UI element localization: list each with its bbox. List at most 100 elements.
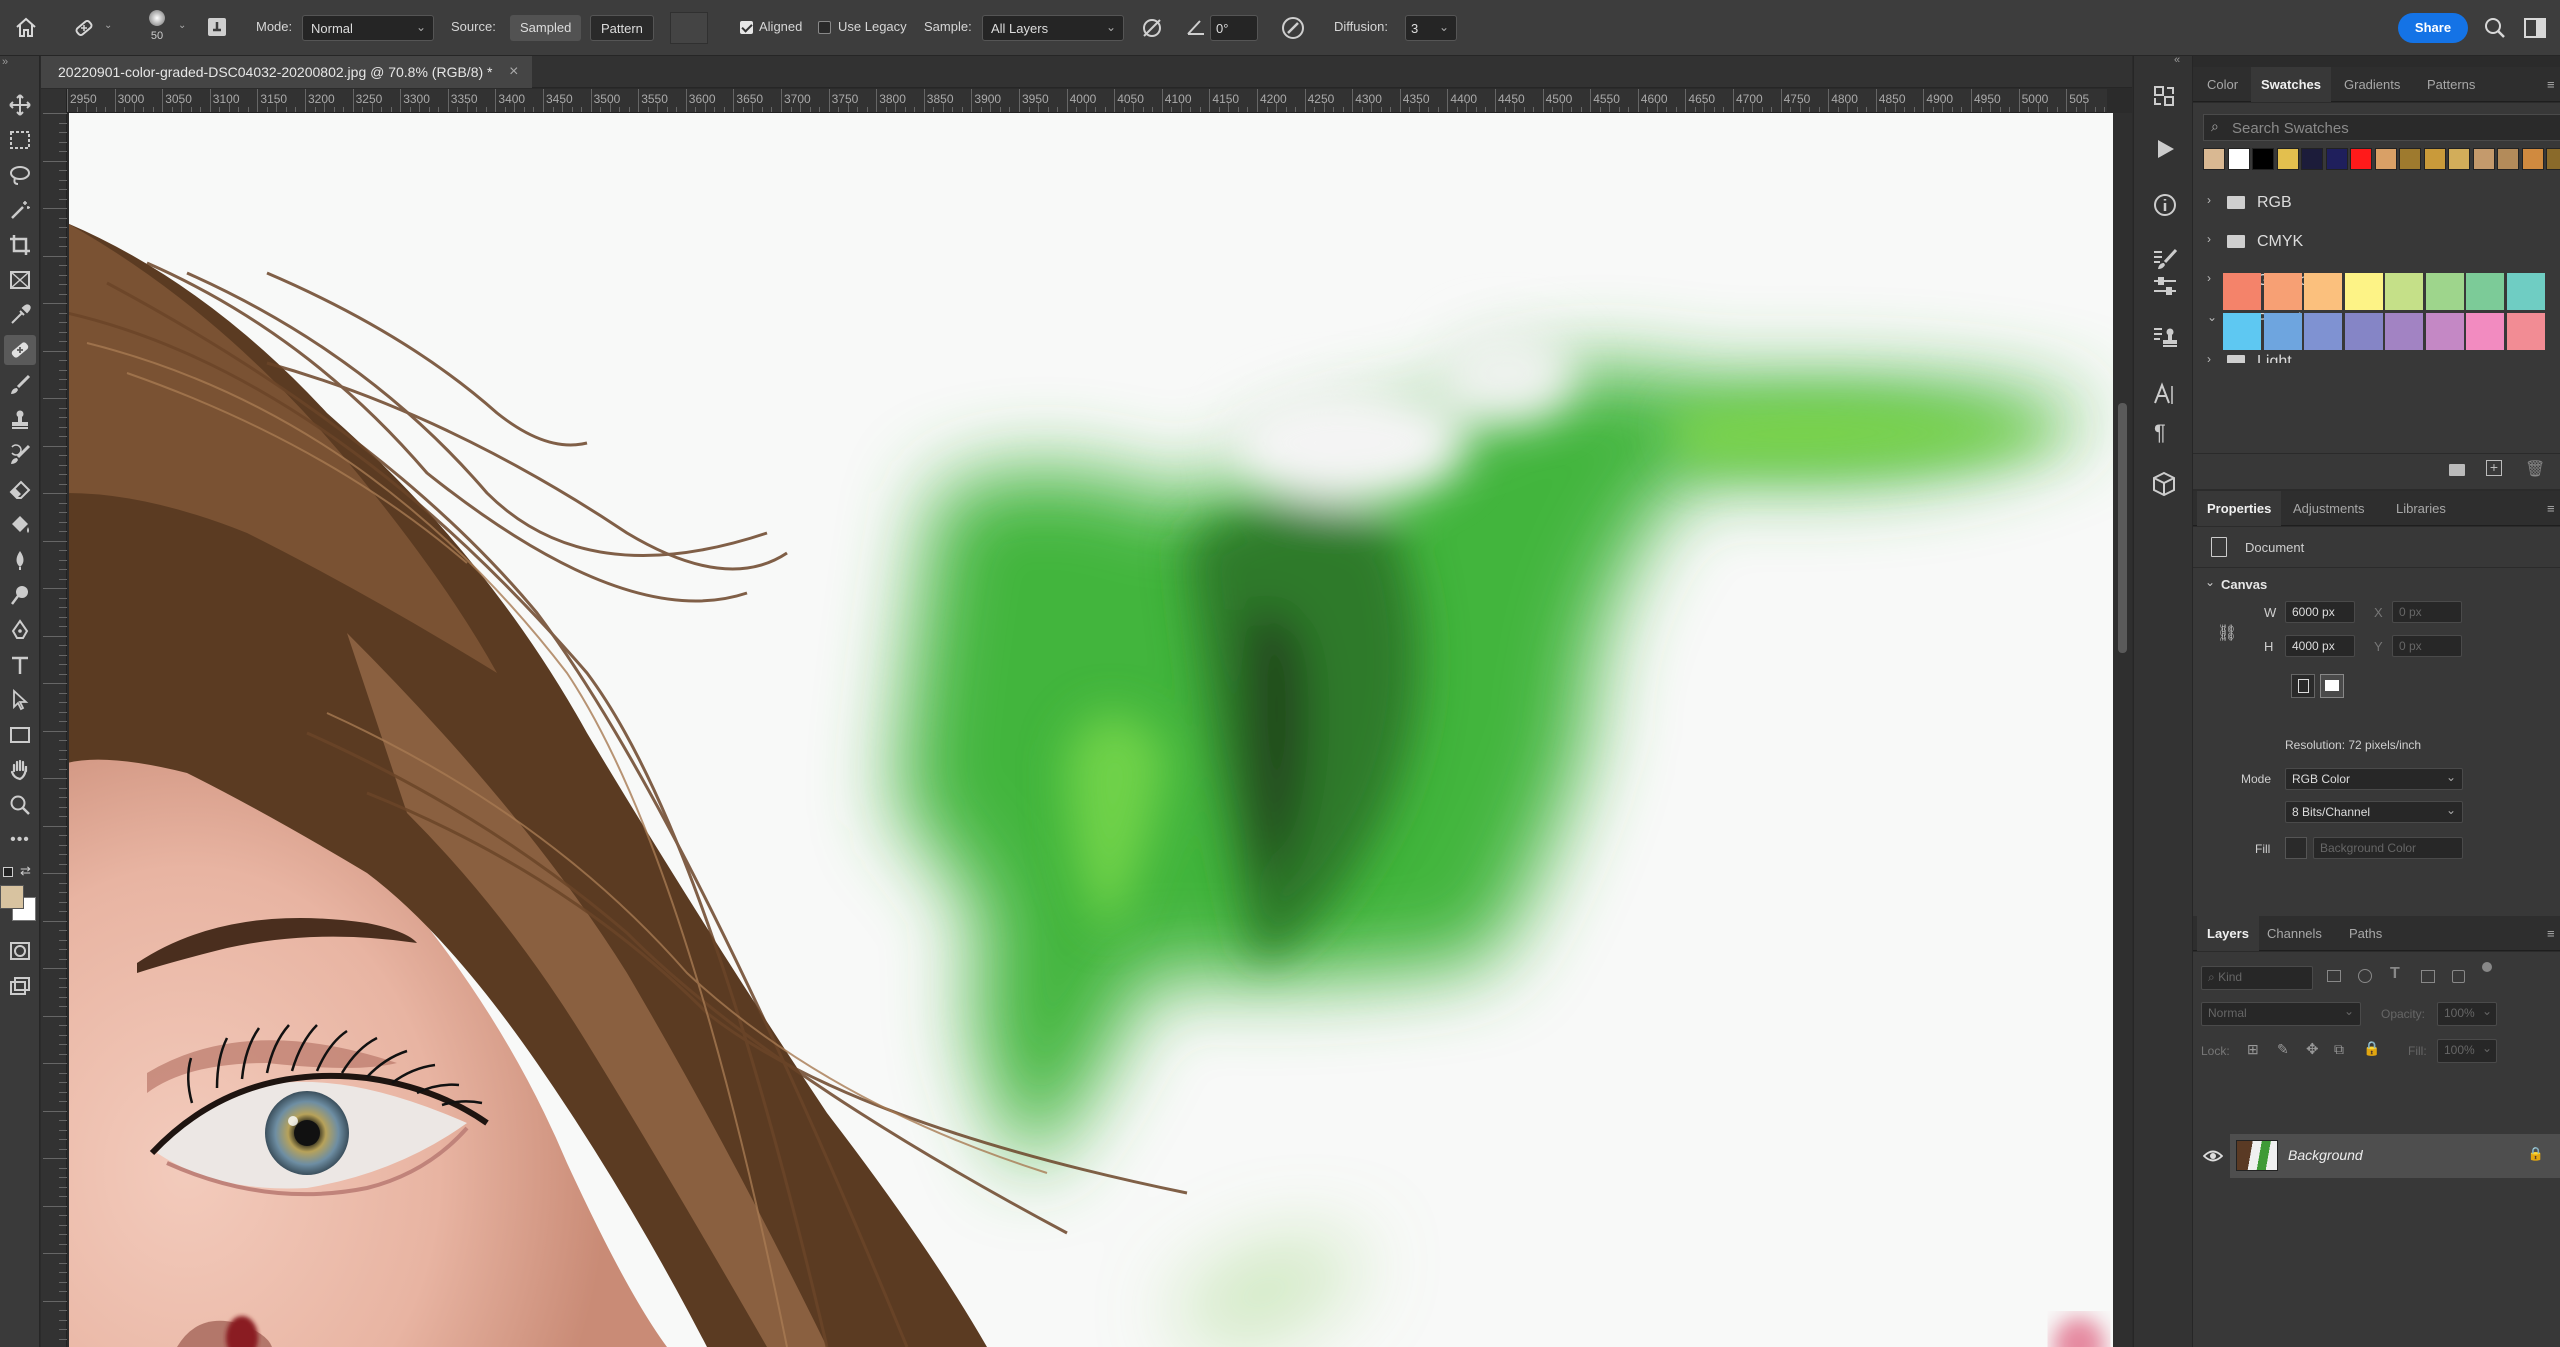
color-swatch[interactable] bbox=[2203, 148, 2225, 170]
type-filter-icon[interactable]: T bbox=[2390, 965, 2400, 983]
tab-adjustments[interactable]: Adjustments bbox=[2293, 491, 2365, 526]
lasso-icon[interactable] bbox=[4, 160, 36, 190]
source-pattern-button[interactable]: Pattern bbox=[590, 15, 654, 41]
zoom-icon[interactable] bbox=[4, 790, 36, 820]
vertical-scrollbar[interactable] bbox=[2113, 113, 2132, 1347]
healing-brush-tool-preset-icon[interactable] bbox=[72, 16, 98, 40]
delete-icon[interactable]: 🗑 bbox=[2525, 459, 2545, 479]
lock-all-icon[interactable]: 🔒 bbox=[2363, 1040, 2380, 1057]
new-folder-icon[interactable] bbox=[2449, 464, 2465, 476]
chevron-right-icon[interactable]: › bbox=[2207, 271, 2211, 285]
scrollbar-thumb[interactable] bbox=[2118, 403, 2127, 653]
pastel-color-swatch[interactable] bbox=[2425, 313, 2464, 350]
dodge-icon[interactable] bbox=[4, 580, 36, 610]
pastel-color-swatch[interactable] bbox=[2385, 273, 2423, 310]
collapse-toolbar-icon[interactable]: » bbox=[2, 56, 8, 68]
swatch-group-row[interactable]: › RGB bbox=[2193, 184, 2560, 222]
color-swatch[interactable] bbox=[2497, 148, 2519, 170]
chevron-down-icon[interactable]: ⌄ bbox=[104, 20, 112, 31]
portrait-orientation-icon[interactable] bbox=[2291, 674, 2315, 698]
adjustment-filter-icon[interactable] bbox=[2358, 969, 2372, 983]
adjustments-panel-icon[interactable] bbox=[2152, 274, 2178, 298]
chevron-right-icon[interactable]: › bbox=[2207, 232, 2211, 246]
swatches-search-box[interactable]: ⌕ Search Swatches bbox=[2203, 114, 2560, 141]
pastel-color-swatch[interactable] bbox=[2506, 313, 2545, 350]
color-swatch[interactable] bbox=[2448, 148, 2470, 170]
lock-transparent-icon[interactable]: ⊞ bbox=[2247, 1041, 2259, 1058]
pastel-color-swatch[interactable] bbox=[2223, 273, 2261, 310]
color-swatch[interactable] bbox=[2252, 148, 2274, 170]
blur-icon[interactable] bbox=[4, 545, 36, 575]
chevron-right-icon[interactable]: › bbox=[2207, 352, 2211, 363]
y-input[interactable]: 0 px bbox=[2392, 635, 2462, 657]
pastel-color-swatch[interactable] bbox=[2344, 313, 2383, 350]
eraser-icon[interactable] bbox=[4, 475, 36, 505]
tab-layers[interactable]: Layers bbox=[2197, 916, 2259, 951]
paint-bucket-icon[interactable] bbox=[4, 510, 36, 540]
height-input[interactable]: 4000 px bbox=[2285, 635, 2355, 657]
magic-wand-icon[interactable] bbox=[4, 195, 36, 225]
swatch-group-row[interactable]: › CMYK bbox=[2193, 223, 2560, 261]
fill-color-swatch[interactable] bbox=[2285, 837, 2307, 859]
chevron-down-icon[interactable]: ⌄ bbox=[2207, 310, 2217, 324]
pastel-color-swatch[interactable] bbox=[2506, 273, 2545, 310]
move-icon[interactable] bbox=[4, 90, 36, 120]
color-swatch[interactable] bbox=[2472, 148, 2495, 170]
color-swatch[interactable] bbox=[2325, 148, 2348, 170]
link-icon[interactable]: ⛓ bbox=[2217, 623, 2237, 643]
default-colors-icon[interactable] bbox=[3, 867, 13, 877]
hand-icon[interactable] bbox=[4, 755, 36, 785]
panel-menu-icon[interactable]: ≡ bbox=[2547, 67, 2555, 102]
foreground-color-swatch[interactable] bbox=[0, 885, 24, 909]
layer-name[interactable]: Background bbox=[2288, 1147, 2363, 1163]
tab-gradients[interactable]: Gradients bbox=[2344, 67, 2400, 102]
close-icon[interactable]: × bbox=[509, 56, 518, 88]
diffusion-input[interactable]: 3 ⌄ bbox=[1405, 15, 1457, 41]
use-legacy-checkbox[interactable] bbox=[818, 21, 831, 34]
new-swatch-icon[interactable]: + bbox=[2486, 460, 2502, 476]
tab-paths[interactable]: Paths bbox=[2349, 916, 2382, 951]
brush-size-preview[interactable]: 50 bbox=[142, 8, 172, 48]
tab-libraries[interactable]: Libraries bbox=[2396, 491, 2446, 526]
pastel-color-swatch[interactable] bbox=[2223, 313, 2261, 350]
marquee-icon[interactable] bbox=[4, 125, 36, 155]
width-input[interactable]: 6000 px bbox=[2285, 601, 2355, 623]
tab-swatches[interactable]: Swatches bbox=[2251, 67, 2331, 102]
share-button[interactable]: Share bbox=[2398, 13, 2468, 43]
tab-channels[interactable]: Channels bbox=[2267, 916, 2322, 951]
tab-patterns[interactable]: Patterns bbox=[2427, 67, 2475, 102]
collapse-panels-icon[interactable]: « bbox=[2174, 54, 2180, 66]
eyedropper-icon[interactable] bbox=[4, 300, 36, 330]
pressure-icon[interactable] bbox=[1280, 15, 1306, 41]
smart-object-filter-icon[interactable] bbox=[2452, 970, 2465, 983]
color-swatch[interactable] bbox=[2227, 148, 2250, 170]
document-tab[interactable]: 20220901-color-graded-DSC04032-20200802.… bbox=[41, 56, 533, 88]
color-swatch[interactable] bbox=[2374, 148, 2397, 170]
pastel-color-swatch[interactable] bbox=[2425, 273, 2464, 310]
chevron-down-icon[interactable]: ⌄ bbox=[2205, 575, 2215, 589]
panel-menu-icon[interactable]: ≡ bbox=[2547, 491, 2555, 526]
chevron-right-icon[interactable]: › bbox=[2207, 193, 2211, 207]
landscape-orientation-icon[interactable] bbox=[2320, 674, 2344, 698]
sample-select[interactable]: All Layers ⌄ bbox=[982, 15, 1124, 41]
pastel-color-swatch[interactable] bbox=[2304, 273, 2342, 310]
screen-mode-icon[interactable] bbox=[4, 971, 36, 1001]
layer-row[interactable]: Background 🔒 bbox=[2230, 1134, 2560, 1178]
3d-panel-icon[interactable] bbox=[2152, 471, 2176, 497]
document-canvas[interactable] bbox=[67, 113, 2113, 1347]
type-icon[interactable] bbox=[4, 650, 36, 680]
color-swatch[interactable] bbox=[2423, 148, 2446, 170]
pixel-filter-icon[interactable] bbox=[2327, 970, 2341, 982]
clone-stamp-icon[interactable] bbox=[4, 405, 36, 435]
color-swatch[interactable] bbox=[2276, 148, 2299, 170]
healing-brush-icon[interactable] bbox=[4, 335, 36, 365]
color-swatch[interactable] bbox=[2301, 148, 2323, 170]
info-panel-icon[interactable] bbox=[2153, 193, 2177, 217]
eye-icon[interactable] bbox=[2203, 1146, 2223, 1166]
paragraph-panel-icon[interactable]: ¶ bbox=[2154, 420, 2166, 446]
rectangle-icon[interactable] bbox=[4, 720, 36, 750]
crop-icon[interactable] bbox=[4, 230, 36, 260]
blend-mode-select[interactable]: Normal ⌄ bbox=[2201, 1002, 2361, 1026]
lock-position-icon[interactable]: ✥ bbox=[2306, 1040, 2319, 1058]
panel-menu-icon[interactable]: ≡ bbox=[2547, 916, 2555, 951]
